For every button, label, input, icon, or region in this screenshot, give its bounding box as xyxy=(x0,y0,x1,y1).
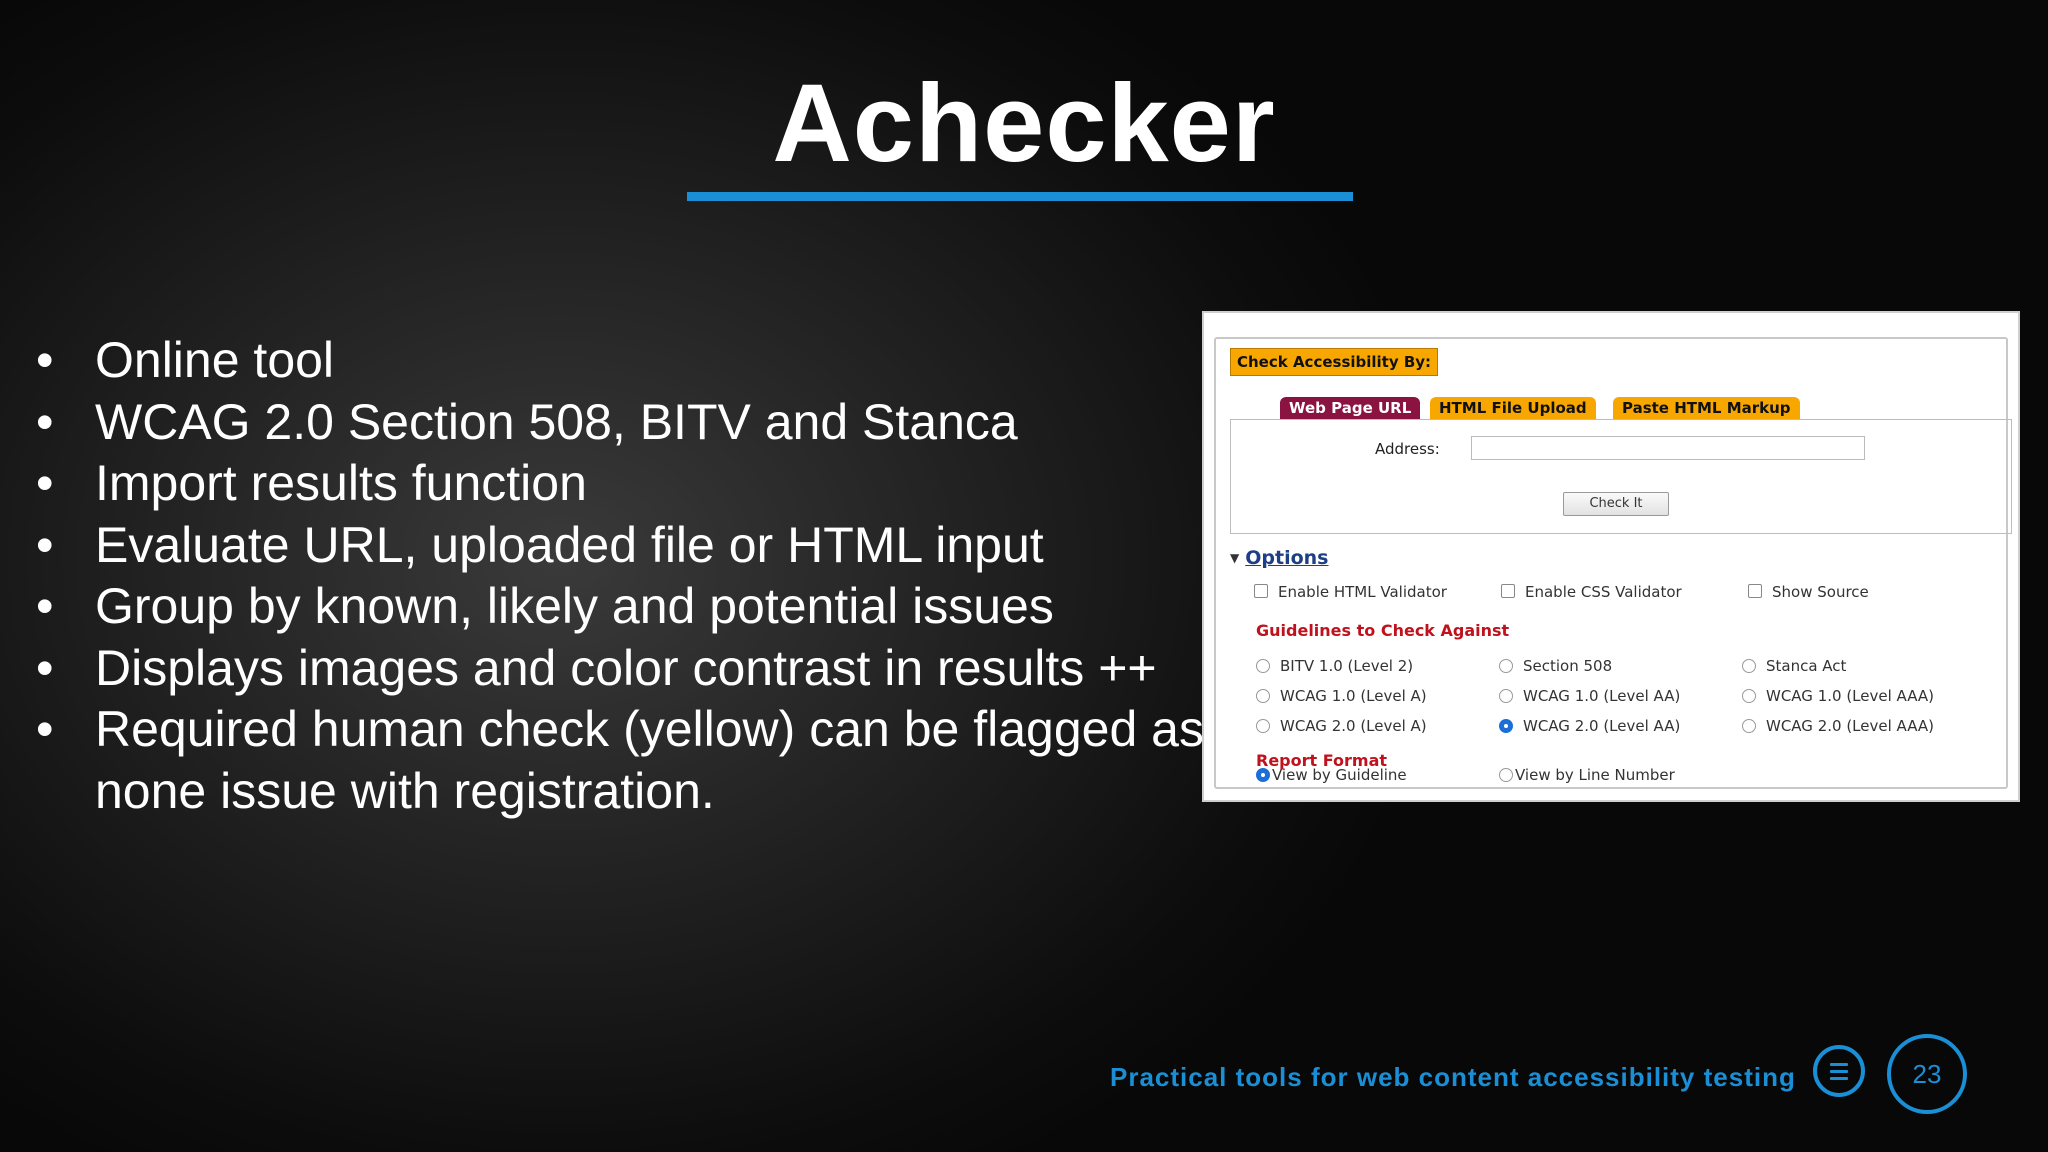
bullet-item: • Evaluate URL, uploaded file or HTML inp… xyxy=(36,515,1206,577)
check-it-button[interactable]: Check It xyxy=(1563,492,1669,516)
footer-text: Practical tools for web content accessib… xyxy=(1110,1062,1796,1092)
guideline-radio-wcag2-a[interactable]: WCAG 2.0 (Level A) xyxy=(1256,717,1427,735)
bullet-list: • Online tool • WCAG 2.0 Section 508, BITV… xyxy=(36,330,1206,822)
triangle-down-icon: ▼ xyxy=(1230,551,1240,565)
address-input[interactable] xyxy=(1471,436,1865,460)
bullet-dot-icon: • xyxy=(36,701,54,757)
page-number: 23 xyxy=(1887,1034,1967,1114)
radio-selected-icon xyxy=(1499,719,1513,733)
guideline-radio-bitv[interactable]: BITV 1.0 (Level 2) xyxy=(1256,657,1413,675)
radio-icon xyxy=(1256,659,1270,673)
bullet-item: • WCAG 2.0 Section 508, BITV and Stanca xyxy=(36,392,1206,454)
bullet-dot-icon: • xyxy=(36,455,54,511)
bullet-item: • Import results function xyxy=(36,453,1206,515)
bullet-item: • Online tool xyxy=(36,330,1206,392)
html-validator-checkbox[interactable]: Enable HTML Validator xyxy=(1254,583,1447,601)
options-label: Options xyxy=(1245,547,1329,569)
tab-html-file-upload[interactable]: HTML File Upload xyxy=(1430,397,1596,419)
radio-icon xyxy=(1499,689,1513,703)
options-toggle[interactable]: ▼ Options xyxy=(1230,547,1328,569)
achecker-screenshot: Check Accessibility By: Web Page URL HTM… xyxy=(1202,311,2020,802)
radio-icon xyxy=(1742,719,1756,733)
bullet-dot-icon: • xyxy=(36,332,54,388)
bullet-dot-icon: • xyxy=(36,578,54,634)
guideline-radio-wcag1-aaa[interactable]: WCAG 1.0 (Level AAA) xyxy=(1742,687,1934,705)
bullet-item: • Displays images and color contrast in r… xyxy=(36,638,1206,700)
title-underline xyxy=(687,192,1353,201)
radio-icon xyxy=(1499,768,1513,782)
menu-icon xyxy=(1830,1062,1848,1080)
guidelines-heading: Guidelines to Check Against xyxy=(1256,621,1510,640)
guideline-radio-section508[interactable]: Section 508 xyxy=(1499,657,1612,675)
checkbox-icon xyxy=(1748,584,1762,598)
tab-web-page-url[interactable]: Web Page URL xyxy=(1280,397,1421,419)
radio-icon xyxy=(1742,659,1756,673)
bullet-item: • Required human check (yellow) can be fl… xyxy=(36,701,1204,819)
css-validator-checkbox[interactable]: Enable CSS Validator xyxy=(1501,583,1682,601)
bullet-item: • Group by known, likely and potential is… xyxy=(36,576,1206,638)
slide-title: Achecker xyxy=(772,62,1276,185)
radio-icon xyxy=(1256,719,1270,733)
menu-button[interactable] xyxy=(1813,1045,1865,1097)
bullet-dot-icon: • xyxy=(36,639,54,696)
checkbox-icon xyxy=(1501,584,1515,598)
tab-paste-html-markup[interactable]: Paste HTML Markup xyxy=(1613,397,1800,419)
radio-selected-icon xyxy=(1256,768,1270,782)
report-radio-guideline[interactable]: View by Guideline xyxy=(1256,766,1407,784)
show-source-checkbox[interactable]: Show Source xyxy=(1748,583,1869,601)
radio-icon xyxy=(1256,689,1270,703)
guideline-radio-wcag2-aaa[interactable]: WCAG 2.0 (Level AAA) xyxy=(1742,717,1934,735)
bullet-dot-icon: • xyxy=(36,516,54,573)
address-label: Address: xyxy=(1375,440,1440,458)
guideline-radio-stanca[interactable]: Stanca Act xyxy=(1742,657,1846,675)
guideline-radio-wcag2-aa[interactable]: WCAG 2.0 (Level AA) xyxy=(1499,717,1680,735)
checkbox-icon xyxy=(1254,584,1268,598)
tab-panel-url: Address: Check It xyxy=(1230,419,2012,534)
check-accessibility-fieldset: Check Accessibility By: Web Page URL HTM… xyxy=(1214,337,2012,789)
guideline-radio-wcag1-aa[interactable]: WCAG 1.0 (Level AA) xyxy=(1499,687,1680,705)
fieldset-legend: Check Accessibility By: xyxy=(1230,348,1439,376)
radio-icon xyxy=(1499,659,1513,673)
radio-icon xyxy=(1742,689,1756,703)
guideline-radio-wcag1-a[interactable]: WCAG 1.0 (Level A) xyxy=(1256,687,1427,705)
bullet-dot-icon: • xyxy=(36,393,54,450)
report-radio-line-number[interactable]: View by Line Number xyxy=(1499,766,1675,784)
